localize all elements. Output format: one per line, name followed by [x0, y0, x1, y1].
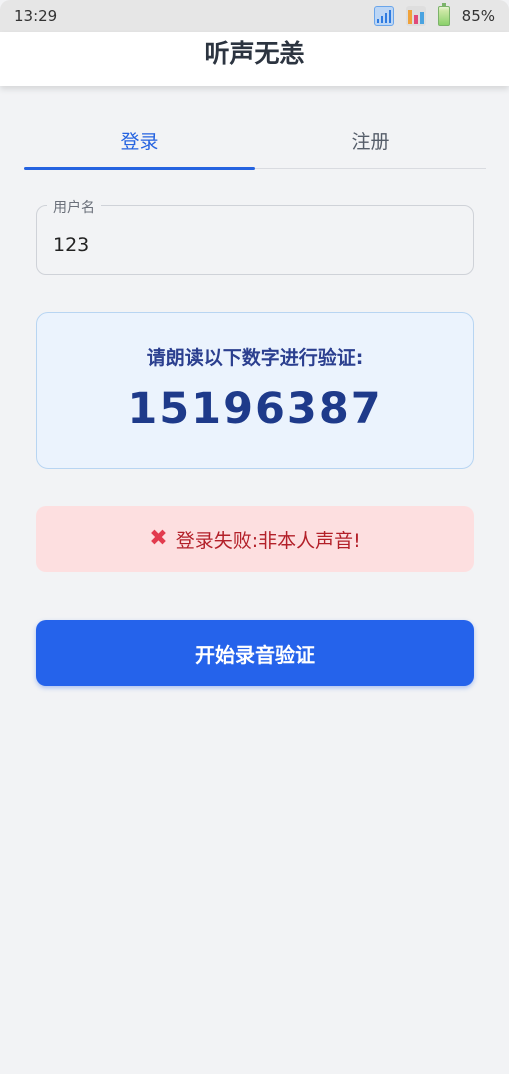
verification-prompt: 请朗读以下数字进行验证: [146, 347, 364, 369]
start-recording-button[interactable]: 开始录音验证 [36, 620, 474, 686]
tab-register[interactable]: 注册 [255, 112, 486, 168]
error-message-box: ✖ 登录失败:非本人声音! [36, 506, 474, 572]
battery-percent: 85% [461, 7, 495, 25]
battery-icon [437, 3, 450, 26]
username-input[interactable] [53, 234, 453, 256]
username-label: 用户名 [47, 197, 101, 217]
cross-icon: ✖ [149, 526, 168, 551]
error-message: 登录失败:非本人声音! [175, 529, 361, 552]
tab-login[interactable]: 登录 [24, 112, 255, 170]
verification-code: 15196387 [127, 384, 383, 434]
signal-icon [373, 6, 394, 26]
page-title: 听声无恙 [204, 39, 305, 68]
verification-card: 请朗读以下数字进行验证: 15196387 [36, 312, 474, 469]
username-field[interactable]: 用户名 [36, 197, 474, 275]
app-header: 听声无恙 [0, 32, 509, 86]
auth-tabs: 登录 注册 [24, 112, 486, 170]
status-icons: 85% [373, 3, 495, 26]
status-time: 13:29 [14, 7, 58, 25]
data-bars-icon [405, 6, 426, 26]
status-bar: 13:29 85% [0, 0, 509, 32]
